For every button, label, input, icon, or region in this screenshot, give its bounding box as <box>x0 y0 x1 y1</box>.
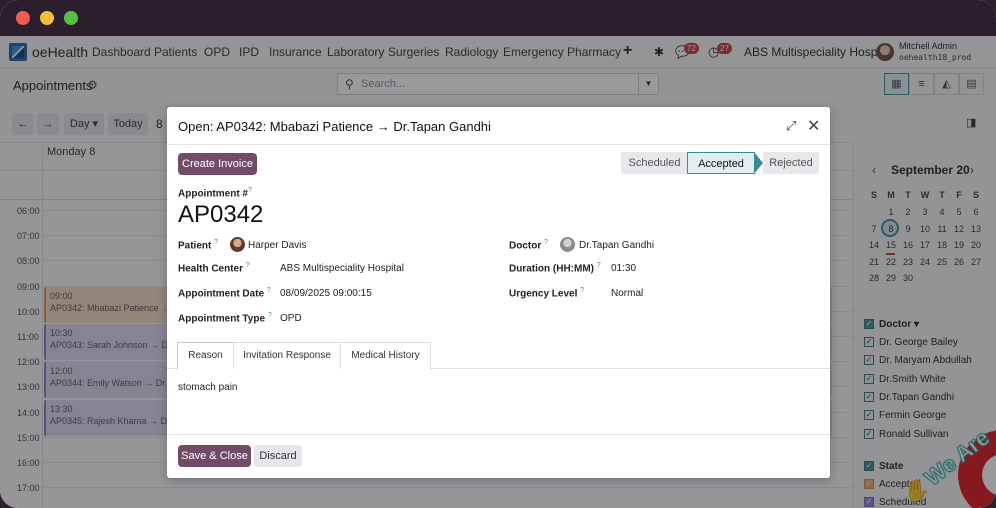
patient-avatar <box>230 237 245 252</box>
stage-rejected[interactable]: Rejected <box>763 152 819 174</box>
appointment-date-field[interactable]: 08/09/2025 09:00:15 <box>280 288 372 299</box>
stage-arrow-icon <box>754 152 763 174</box>
reason-field[interactable]: stomach pain <box>178 382 237 393</box>
urgency-level-field[interactable]: Normal <box>611 288 643 299</box>
appointment-type-label-text: Appointment Type <box>178 313 266 325</box>
discard-button[interactable]: Discard <box>254 445 302 467</box>
appointment-dialog: Open: AP0342: Mbabazi Patience → Dr.Tapa… <box>167 107 830 478</box>
doctor-label: Doctor ? <box>509 239 548 252</box>
appointment-date-label-text: Appointment Date <box>178 288 265 300</box>
ref-label-text: Appointment # <box>178 188 248 200</box>
dialog-footer-divider <box>167 434 830 435</box>
patient-field[interactable]: Harper Davis <box>248 240 306 251</box>
doctor-avatar <box>560 237 575 252</box>
expand-icon[interactable]: ⤢ <box>786 118 796 134</box>
tab-medical-history[interactable]: Medical History <box>340 342 431 369</box>
minimize-window-button[interactable] <box>40 11 54 25</box>
doctor-label-text: Doctor <box>509 240 542 252</box>
tab-invitation-response[interactable]: Invitation Response <box>233 342 341 369</box>
patient-label: Patient ? <box>178 239 219 252</box>
dialog-title: Open: AP0342: Mbabazi Patience → Dr.Tapa… <box>178 119 491 134</box>
health-center-label: Health Center ? <box>178 262 250 275</box>
stage-accepted[interactable]: Accepted <box>687 152 755 174</box>
create-invoice-button[interactable]: Create Invoice <box>178 153 257 175</box>
stage-scheduled[interactable]: Scheduled <box>621 152 688 174</box>
close-window-button[interactable] <box>16 11 30 25</box>
urgency-level-label: Urgency Level ? <box>509 287 585 300</box>
appointment-type-label: Appointment Type ? <box>178 312 272 325</box>
duration-label: Duration (HH:MM) ? <box>509 262 601 275</box>
duration-field[interactable]: 01:30 <box>611 263 636 274</box>
health-center-label-text: Health Center <box>178 263 244 275</box>
appointment-ref: AP0342 <box>178 201 264 228</box>
window-titlebar <box>0 0 996 36</box>
duration-label-text: Duration (HH:MM) <box>509 263 594 275</box>
dialog-header: Open: AP0342: Mbabazi Patience → Dr.Tapa… <box>167 107 830 145</box>
urgency-level-label-text: Urgency Level <box>509 288 578 300</box>
health-center-field[interactable]: ABS Multispeciality Hospital <box>280 263 404 274</box>
notebook-tabs: Reason Invitation Response Medical Histo… <box>167 342 830 369</box>
tab-reason[interactable]: Reason <box>177 342 234 369</box>
save-close-button[interactable]: Save & Close <box>178 445 251 467</box>
ref-label: Appointment #? <box>178 187 252 200</box>
app-window: oeHealth Dashboard Patients OPD IPD Insu… <box>0 0 996 508</box>
appointment-type-field[interactable]: OPD <box>280 313 302 324</box>
doctor-field[interactable]: Dr.Tapan Gandhi <box>579 240 654 251</box>
appointment-date-label: Appointment Date ? <box>178 287 271 300</box>
close-icon[interactable]: ✕ <box>807 116 820 136</box>
maximize-window-button[interactable] <box>64 11 78 25</box>
patient-label-text: Patient <box>178 240 212 252</box>
